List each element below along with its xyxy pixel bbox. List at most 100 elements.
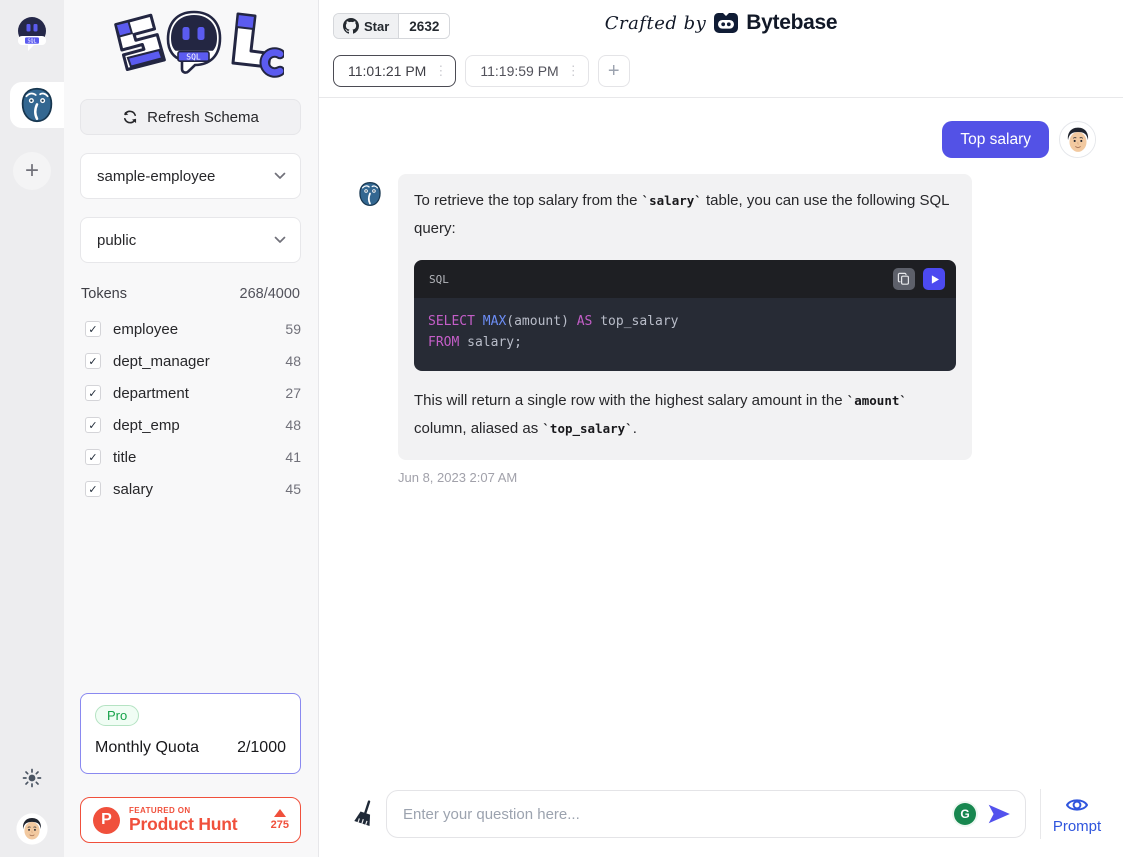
tab-conversation[interactable]: 11:19:59 PM ⋮ — [465, 55, 588, 87]
add-connection-button[interactable]: + — [13, 152, 51, 190]
tab-menu-icon[interactable]: ⋮ — [434, 63, 447, 79]
table-checkbox[interactable]: ✓ — [85, 449, 101, 465]
assistant-message-row: To retrieve the top salary from the `sal… — [356, 174, 1096, 460]
tokens-label: Tokens — [81, 286, 127, 302]
code-line: SELECT MAX(amount) AS top_salary — [428, 311, 942, 332]
bytebase-logo-icon — [713, 10, 739, 36]
refresh-icon — [122, 109, 138, 125]
product-hunt-logo: P — [93, 807, 120, 834]
chevron-down-icon — [274, 172, 286, 180]
sql-code-block: SQL SELECT MAX(amount) A — [414, 260, 956, 371]
theme-toggle-button[interactable] — [22, 768, 42, 793]
tab-menu-icon[interactable]: ⋮ — [567, 63, 580, 79]
table-checkbox[interactable]: ✓ — [85, 385, 101, 401]
product-hunt-badge[interactable]: P FEATURED ON Product Hunt 275 — [80, 797, 301, 843]
user-message-bubble: Top salary — [942, 121, 1049, 158]
code-token: FROM — [428, 335, 459, 350]
table-name: dept_manager — [113, 353, 285, 370]
question-input[interactable] — [386, 790, 1026, 838]
play-icon — [927, 272, 942, 287]
conversation-tabs: 11:01:21 PM ⋮ 11:19:59 PM ⋮ + — [319, 44, 1123, 98]
clear-conversation-broom-icon[interactable] — [352, 800, 378, 828]
table-token-count: 27 — [285, 385, 301, 401]
postgresql-icon — [17, 85, 57, 125]
text-segment: This will return a single row with the h… — [414, 392, 847, 409]
user-account-avatar[interactable] — [16, 813, 48, 845]
table-row[interactable]: ✓ salary 45 — [80, 473, 301, 505]
code-line: FROM salary; — [428, 332, 942, 353]
new-conversation-button[interactable]: + — [598, 55, 630, 87]
text-segment: . — [633, 420, 637, 437]
sqlchat-app: + Refresh Schema sample-employee public … — [0, 0, 1123, 857]
text-segment: column, aliased as — [414, 420, 542, 437]
prompt-label: Prompt — [1053, 818, 1101, 835]
table-row[interactable]: ✓ dept_manager 48 — [80, 345, 301, 377]
table-checkbox[interactable]: ✓ — [85, 353, 101, 369]
assistant-paragraph: To retrieve the top salary from the `sal… — [414, 187, 956, 243]
copy-code-button[interactable] — [893, 268, 915, 290]
user-avatar — [1059, 121, 1096, 158]
refresh-schema-button[interactable]: Refresh Schema — [80, 99, 301, 135]
table-name: salary — [113, 481, 285, 498]
table-token-count: 59 — [285, 321, 301, 337]
table-checkbox[interactable]: ✓ — [85, 417, 101, 433]
schema-select[interactable]: public — [80, 217, 301, 263]
sqlchat-bot-avatar[interactable] — [12, 14, 52, 54]
database-select[interactable]: sample-employee — [80, 153, 301, 199]
send-plane-icon — [986, 801, 1012, 827]
code-token: (amount) — [506, 314, 576, 329]
grammarly-icon[interactable]: G — [954, 803, 976, 825]
topbar: Star 2632 Crafted by Bytebase — [319, 0, 1123, 44]
database-select-value: sample-employee — [97, 168, 215, 185]
code-token: top_salary — [592, 314, 678, 329]
code-token: salary; — [459, 335, 522, 350]
run-query-button[interactable] — [923, 268, 945, 290]
bytebase-brand-name: Bytebase — [746, 11, 837, 35]
prompt-button[interactable]: Prompt — [1045, 793, 1109, 835]
table-list: ✓ employee 59 ✓ dept_manager 48 ✓ depart… — [80, 313, 301, 505]
text-segment: To retrieve the top salary from the — [414, 192, 642, 209]
table-token-count: 45 — [285, 481, 301, 497]
quota-value: 2/1000 — [237, 739, 286, 757]
table-name: department — [113, 385, 285, 402]
inline-code: `top_salary` — [542, 421, 632, 436]
composer-divider — [1040, 789, 1041, 839]
inline-code: `salary` — [642, 193, 702, 208]
table-checkbox[interactable]: ✓ — [85, 481, 101, 497]
crafted-by-label: Crafted by — [605, 13, 707, 34]
code-language-label: SQL — [429, 273, 449, 286]
schema-select-value: public — [97, 232, 136, 249]
table-row[interactable]: ✓ department 27 — [80, 377, 301, 409]
code-token: AS — [577, 314, 593, 329]
product-hunt-votes: 275 — [271, 809, 289, 831]
table-row[interactable]: ✓ dept_emp 48 — [80, 409, 301, 441]
github-star-button[interactable]: Star 2632 — [333, 13, 450, 39]
product-hunt-vote-count: 275 — [271, 819, 289, 831]
table-row[interactable]: ✓ title 41 — [80, 441, 301, 473]
message-timestamp: Jun 8, 2023 2:07 AM — [398, 470, 1096, 485]
sun-icon — [22, 768, 42, 788]
schema-sidebar: Refresh Schema sample-employee public To… — [64, 0, 319, 857]
user-message-row: Top salary — [356, 121, 1096, 158]
assistant-message-bubble: To retrieve the top salary from the `sal… — [398, 174, 972, 460]
table-checkbox[interactable]: ✓ — [85, 321, 101, 337]
pro-badge: Pro — [95, 705, 139, 726]
table-row[interactable]: ✓ employee 59 — [80, 313, 301, 345]
code-token: SELECT — [428, 314, 475, 329]
code-block-body: SELECT MAX(amount) AS top_salary FROM sa… — [414, 298, 956, 371]
send-button[interactable] — [986, 801, 1012, 827]
inline-code: `amount` — [847, 393, 907, 408]
eye-icon — [1065, 793, 1089, 817]
composer: G Prompt — [319, 787, 1123, 857]
tokens-value: 268/4000 — [240, 286, 300, 302]
connection-postgresql-selected[interactable] — [10, 82, 64, 128]
table-token-count: 48 — [285, 417, 301, 433]
table-token-count: 41 — [285, 449, 301, 465]
tab-conversation-active[interactable]: 11:01:21 PM ⋮ — [333, 55, 456, 87]
star-label: Star — [364, 19, 389, 34]
tab-label: 11:01:21 PM — [348, 63, 426, 79]
table-name: title — [113, 449, 285, 466]
connection-rail: + — [0, 0, 64, 857]
code-block-header: SQL — [414, 260, 956, 298]
assistant-postgresql-avatar — [356, 180, 384, 208]
